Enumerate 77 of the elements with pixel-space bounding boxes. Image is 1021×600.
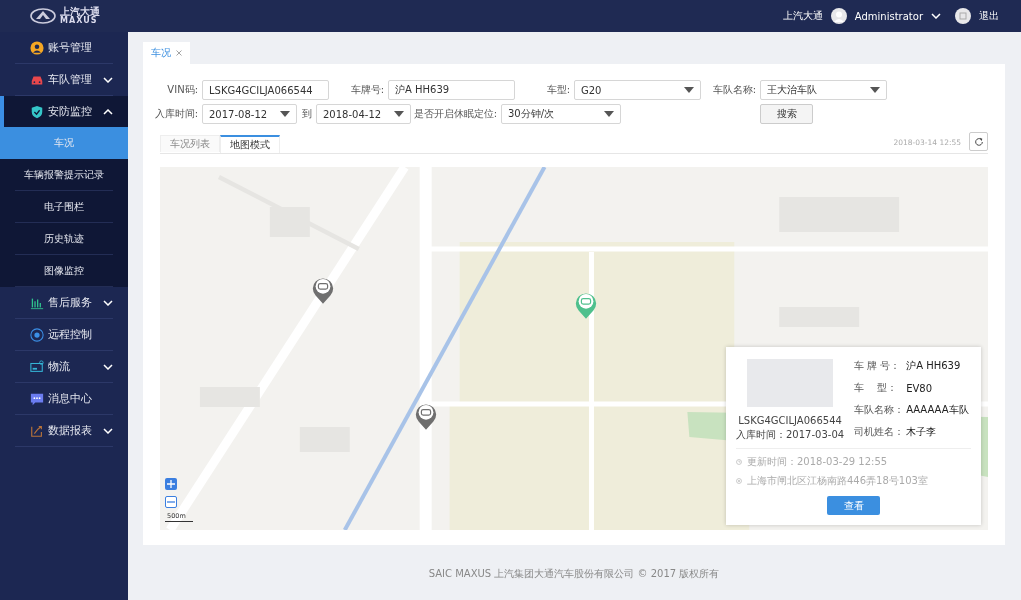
- logo-text: 上汽大通: [60, 7, 100, 17]
- view-tab[interactable]: 地图模式: [220, 135, 280, 153]
- info-value: 沪A HH639: [906, 359, 961, 373]
- field-label: 入库时间:: [153, 107, 198, 121]
- view-tab[interactable]: 车况列表: [160, 135, 220, 152]
- user-name[interactable]: Administrator: [854, 10, 923, 22]
- sidebar-item[interactable]: 远程控制: [15, 319, 113, 351]
- logo-subtext: MAXUS: [60, 17, 98, 25]
- sidebar-subitem[interactable]: 车辆报警提示记录: [15, 159, 113, 191]
- input-field[interactable]: LSKG4GCILJA066544: [202, 80, 329, 100]
- sidebar-item[interactable]: 物流: [15, 351, 113, 383]
- company-name: 上汽大通: [782, 9, 823, 23]
- caret-icon: [870, 87, 880, 93]
- sidebar-item[interactable]: 账号管理: [15, 32, 113, 64]
- chevron-up-icon: [103, 108, 113, 115]
- field-label: 车型:: [545, 83, 570, 97]
- date-dropdown[interactable]: 2018-04-12: [316, 104, 411, 124]
- info-label: 车 牌 号：: [854, 359, 902, 373]
- page-tab[interactable]: 车况: [143, 42, 190, 64]
- refresh-icon: [973, 136, 984, 147]
- date-dropdown[interactable]: 2017-08-12: [202, 104, 297, 124]
- car-pin-icon[interactable]: [311, 275, 335, 305]
- report-icon: [30, 423, 44, 438]
- update-time: 更新时间：2018-03-29 12:55: [747, 455, 888, 469]
- target-icon: [30, 327, 44, 342]
- chevron-down-icon: [103, 299, 113, 306]
- info-label: 车 型：: [854, 381, 898, 395]
- stock-date: 入库时间：2017-03-04: [736, 428, 845, 442]
- chevron-down-icon: [103, 363, 113, 370]
- shield-icon: [30, 104, 44, 119]
- info-label: 司机姓名：: [854, 425, 906, 439]
- sidebar-subitem[interactable]: 图像监控: [15, 255, 113, 287]
- sidebar-item[interactable]: 安防监控: [0, 96, 128, 127]
- caret-icon: [684, 87, 694, 93]
- field-label: VIN码:: [166, 83, 198, 97]
- minus-icon: [167, 498, 175, 506]
- sidebar-item[interactable]: 数据报表: [15, 415, 113, 447]
- caret-icon: [604, 111, 614, 117]
- zoom-in-button[interactable]: [165, 478, 177, 490]
- sidebar-subitem[interactable]: 电子围栏: [15, 191, 113, 223]
- field-label: 车队名称:: [711, 83, 756, 97]
- caret-icon: [280, 111, 290, 117]
- info-value: 木子李: [906, 425, 937, 439]
- plus-icon: [167, 480, 175, 488]
- caret-icon: [394, 111, 404, 117]
- dropdown[interactable]: 王大治车队: [760, 80, 887, 100]
- logo-icon: [30, 8, 56, 24]
- logout-icon[interactable]: [955, 8, 971, 24]
- clock-icon: [736, 459, 742, 465]
- car-pin-icon[interactable]: [414, 401, 438, 431]
- dropdown[interactable]: G20: [574, 80, 701, 100]
- sidebar-subitem[interactable]: 历史轨迹: [15, 223, 113, 255]
- avatar-icon[interactable]: [830, 8, 847, 24]
- vin-text: LSKG4GCILJA066544: [738, 415, 842, 426]
- logout-link[interactable]: 退出: [979, 9, 999, 23]
- zoom-out-button[interactable]: [165, 496, 177, 508]
- field-label: 车牌号:: [349, 83, 384, 97]
- info-value: AAAAAA车队: [906, 403, 969, 417]
- message-icon: [30, 391, 44, 406]
- address-text: 上海市闸北区江杨南路446弄18号103室: [747, 474, 928, 488]
- refresh-button[interactable]: [969, 132, 988, 151]
- footer-text: SAIC MAXUS 上汽集团大通汽车股份有限公司 © 2017 版权所有: [427, 567, 721, 581]
- search-button[interactable]: 搜索: [760, 104, 813, 124]
- input-field[interactable]: 沪A HH639: [388, 80, 515, 100]
- person-icon: [30, 40, 44, 55]
- info-label: 车队名称：: [854, 403, 906, 417]
- location-icon: [736, 478, 742, 484]
- chevron-down-icon[interactable]: [931, 13, 941, 19]
- sidebar-item[interactable]: 消息中心: [15, 383, 113, 415]
- building-block: [199, 387, 260, 407]
- chevron-down-icon: [103, 76, 113, 83]
- dropdown[interactable]: 30分钟/次: [501, 104, 621, 124]
- sidebar-item[interactable]: 售后服务: [15, 287, 113, 319]
- range-separator: 到: [300, 107, 313, 121]
- field-label: 是否开启休眠定位:: [412, 107, 497, 121]
- info-value: EV80: [906, 382, 932, 394]
- chevron-down-icon: [103, 427, 113, 434]
